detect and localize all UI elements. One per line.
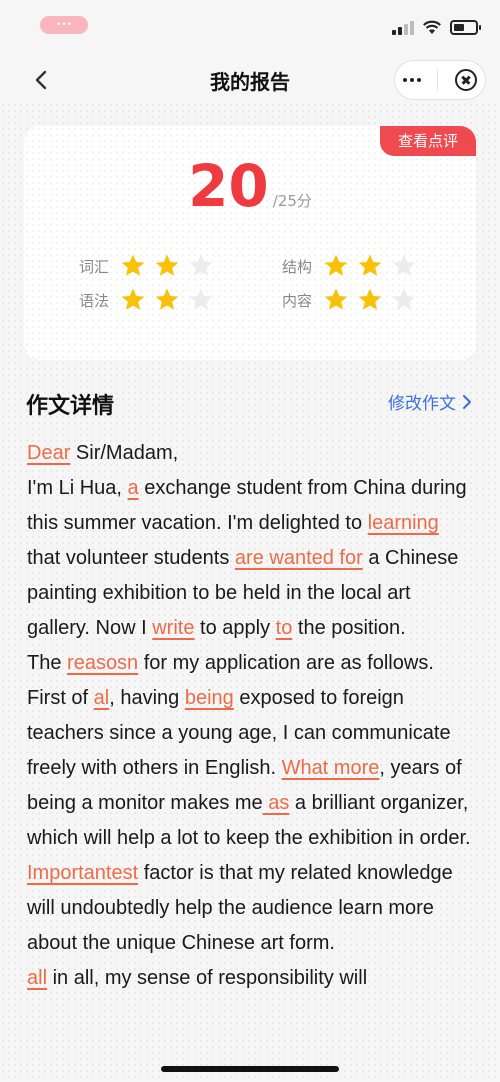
star-rating — [119, 286, 215, 314]
capsule-divider — [437, 70, 439, 90]
star-empty-icon — [392, 254, 416, 276]
rating-structure: 结构 — [282, 252, 418, 280]
score-total: /25分 — [272, 192, 312, 210]
battery-icon — [450, 20, 481, 35]
edit-essay-link[interactable]: 修改作文 — [388, 389, 472, 414]
star-rating — [322, 286, 418, 314]
rating-grammar: 语法 — [79, 286, 215, 314]
error-highlight[interactable]: learning — [368, 512, 439, 534]
essay-body: Dear Sir/Madam, I'm Li Hua, a exchange st… — [27, 436, 477, 996]
essay-text: The — [27, 652, 68, 674]
essay-text: I'm Li Hua, — [27, 477, 128, 499]
essay-text: Sir/Madam, — [70, 442, 179, 464]
star-empty-icon — [189, 254, 213, 276]
recording-indicator: ••• — [40, 16, 88, 34]
error-highlight[interactable]: as — [263, 792, 289, 814]
star-filled-icon — [324, 254, 348, 276]
rating-label: 内容 — [282, 291, 313, 310]
star-filled-icon — [121, 288, 145, 310]
star-empty-icon — [392, 288, 416, 310]
essay-section-title: 作文详情 — [26, 394, 115, 419]
star-rating — [119, 252, 215, 280]
wifi-icon — [423, 20, 441, 34]
star-filled-icon — [121, 254, 145, 276]
error-highlight[interactable]: write — [152, 617, 194, 639]
star-filled-icon — [358, 254, 382, 276]
essay-paragraph: The reasosn for my application are as fo… — [27, 646, 477, 961]
rating-label: 词汇 — [79, 257, 110, 276]
status-bar: ••• — [0, 0, 500, 56]
rating-label: 结构 — [282, 257, 313, 276]
star-filled-icon — [155, 288, 179, 310]
star-rating — [322, 252, 418, 280]
more-icon[interactable] — [403, 78, 422, 82]
error-highlight[interactable]: are wanted for — [235, 547, 363, 569]
score-value: 20 — [188, 152, 269, 220]
essay-paragraph: I'm Li Hua, a exchange student from Chin… — [27, 471, 477, 646]
star-filled-icon — [324, 288, 348, 310]
status-icons — [392, 20, 481, 35]
close-icon[interactable] — [454, 69, 477, 91]
score-card: 查看点评 20/25分 词汇 结构 语法 内容 — [24, 126, 476, 360]
rating-vocabulary: 词汇 — [79, 252, 215, 280]
error-highlight[interactable]: Dear — [27, 442, 70, 464]
rating-label: 语法 — [79, 291, 110, 310]
edit-essay-label: 修改作文 — [388, 394, 456, 414]
cellular-signal-icon — [392, 20, 414, 35]
essay-text: , having — [109, 687, 185, 709]
error-highlight[interactable]: Importantest — [27, 862, 138, 884]
error-highlight[interactable]: all — [27, 967, 47, 989]
star-filled-icon — [358, 288, 382, 310]
rating-content: 内容 — [282, 286, 418, 314]
essay-text: the position. — [292, 617, 406, 639]
nav-bar: 我的报告 — [0, 56, 500, 104]
mini-program-capsule — [394, 60, 486, 100]
essay-text: that volunteer students — [27, 547, 235, 569]
error-highlight[interactable]: reasosn — [67, 652, 138, 674]
error-highlight[interactable]: a — [128, 477, 139, 499]
star-filled-icon — [155, 254, 179, 276]
error-highlight[interactable]: What more — [282, 757, 380, 779]
star-empty-icon — [189, 288, 213, 310]
score-display: 20/25分 — [24, 152, 476, 220]
home-indicator — [161, 1066, 339, 1072]
error-highlight[interactable]: al — [94, 687, 110, 709]
essay-text: in all, my sense of responsibility will — [47, 967, 368, 989]
chevron-right-icon — [463, 394, 471, 409]
essay-text: to apply — [194, 617, 276, 639]
error-highlight[interactable]: being — [185, 687, 234, 709]
essay-paragraph: all in all, my sense of responsibility w… — [27, 961, 477, 996]
essay-paragraph: Dear Sir/Madam, — [27, 436, 477, 471]
error-highlight[interactable]: to — [276, 617, 293, 639]
